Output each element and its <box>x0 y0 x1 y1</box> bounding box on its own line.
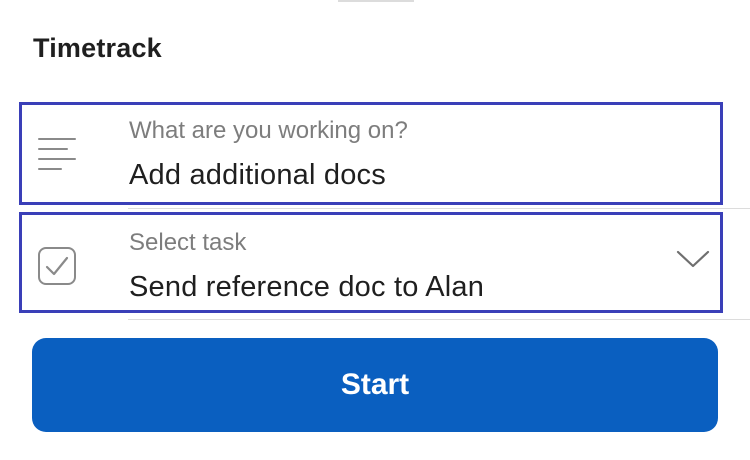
page-title: Timetrack <box>33 33 162 63</box>
divider <box>128 208 750 209</box>
start-button[interactable]: Start <box>32 338 718 432</box>
drag-handle[interactable] <box>338 0 414 2</box>
description-input[interactable]: Add additional docs <box>129 159 386 192</box>
timetrack-panel: Timetrack What are you working on? Add a… <box>0 0 750 460</box>
chevron-down-icon[interactable] <box>676 249 710 274</box>
description-lines-icon <box>37 134 77 179</box>
task-select[interactable]: Select task Send reference doc to Alan <box>19 212 723 313</box>
divider <box>128 319 750 320</box>
checkbox-icon <box>37 246 77 291</box>
description-field[interactable]: What are you working on? Add additional … <box>19 102 723 205</box>
task-value: Send reference doc to Alan <box>129 271 485 303</box>
description-label: What are you working on? <box>129 117 408 144</box>
task-label: Select task <box>129 229 247 256</box>
